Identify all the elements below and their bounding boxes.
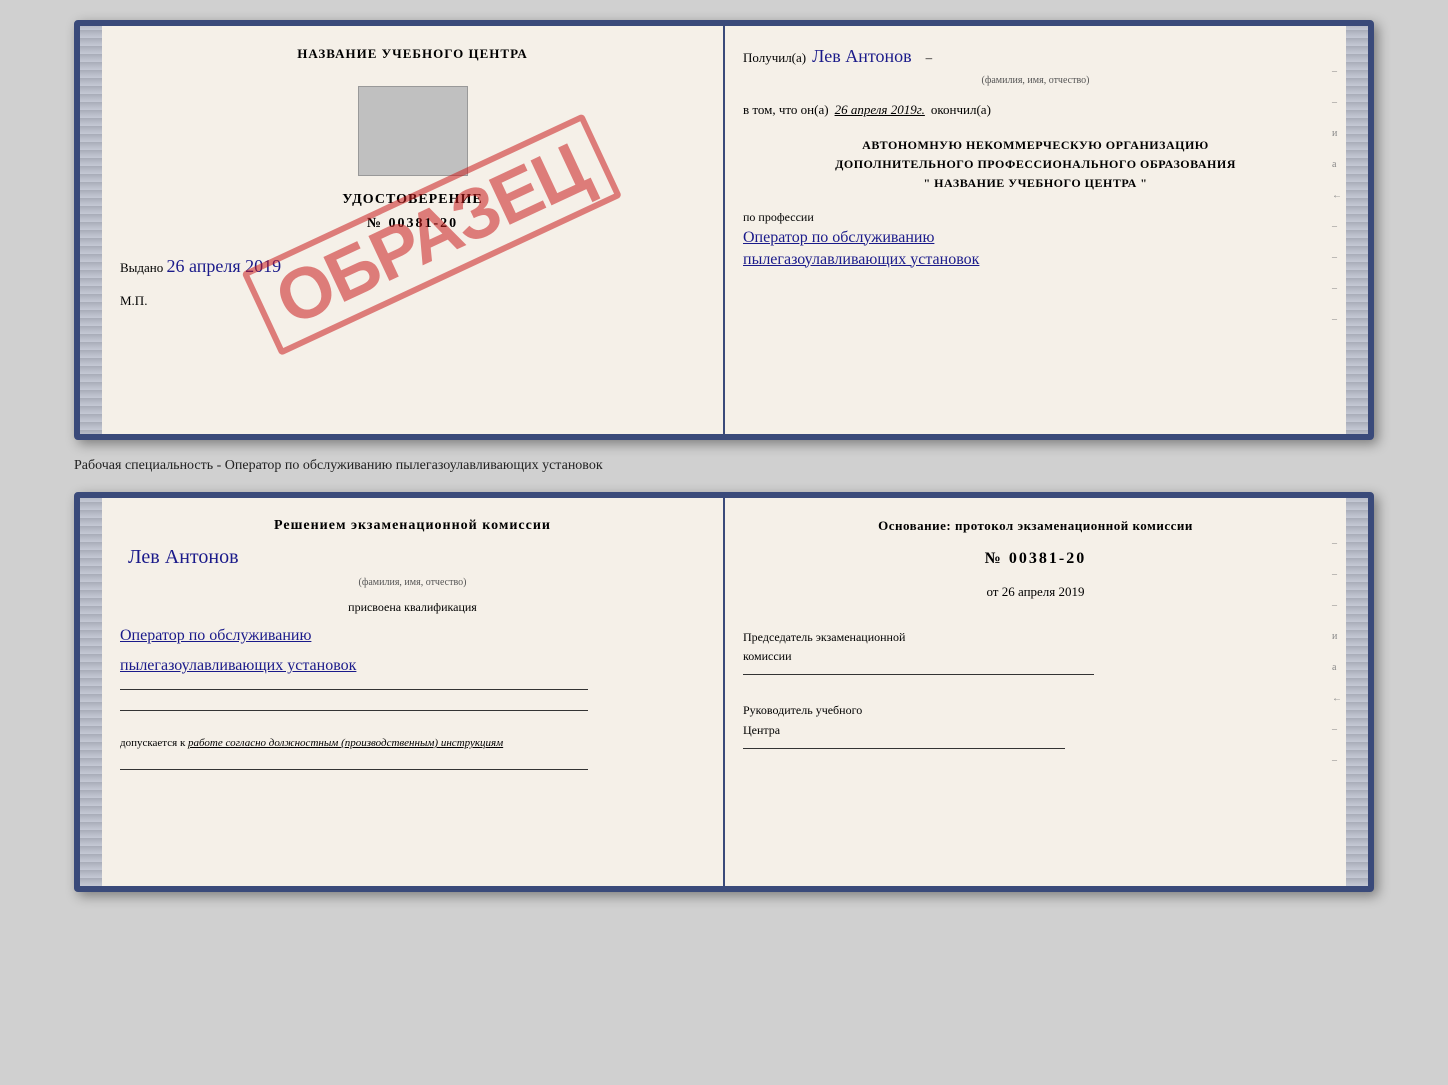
protocol-number: № 00381-20 (743, 550, 1328, 568)
poluchil-name: Лев Антонов (812, 46, 911, 67)
dopuskaetsya-text: работе согласно должностным (производств… (188, 737, 503, 749)
spine-right-1 (1346, 26, 1368, 434)
vtom-date: 26 апреля 2019г. (835, 102, 925, 118)
dopuskaetsya-block: допускается к работе согласно должностны… (120, 737, 705, 749)
professiya-line1: Оператор по обслуживанию (743, 229, 1328, 247)
certificate-book-2: Решением экзаменационной комиссии Лев Ан… (74, 492, 1374, 892)
org-line3: " НАЗВАНИЕ УЧЕБНОГО ЦЕНТРА " (743, 174, 1328, 193)
blank-line-2 (120, 710, 588, 711)
cert1-right-panel: Получил(а) Лев Антонов – (фамилия, имя, … (725, 26, 1346, 434)
vydano-label: Выдано (120, 260, 163, 275)
dash-1: – (926, 50, 933, 66)
cert2-kvalif-2: пылегазоулавливающих установок (120, 657, 705, 675)
predsedatel-line1: Председатель экзаменационной (743, 628, 1328, 647)
ot-date: 26 апреля 2019 (1002, 584, 1085, 599)
prisvoena-label: присвоена квалификация (120, 600, 705, 615)
udostoverenie-label: УДОСТОВЕРЕНИЕ (120, 192, 705, 208)
cert2-right-panel: Основание: протокол экзаменационной коми… (725, 498, 1346, 886)
org-block: АВТОНОМНУЮ НЕКОММЕРЧЕСКУЮ ОРГАНИЗАЦИЮ ДО… (743, 136, 1328, 194)
certificate-book-1: НАЗВАНИЕ УЧЕБНОГО ЦЕНТРА УДОСТОВЕРЕНИЕ №… (74, 20, 1374, 440)
org-line2: ДОПОЛНИТЕЛЬНОГО ПРОФЕССИОНАЛЬНОГО ОБРАЗО… (743, 155, 1328, 174)
spine-left-1 (80, 26, 102, 434)
photo-placeholder (358, 86, 468, 176)
fio-hint-1: (фамилия, имя, отчество) (743, 75, 1328, 86)
professiya-block: по профессии Оператор по обслуживанию пы… (743, 210, 1328, 269)
cert1-left-panel: НАЗВАНИЕ УЧЕБНОГО ЦЕНТРА УДОСТОВЕРЕНИЕ №… (102, 26, 723, 434)
middle-caption: Рабочая специальность - Оператор по обсл… (74, 452, 1374, 480)
poluchil-row: Получил(а) Лев Антонов – (743, 46, 1328, 67)
mp-line: М.П. (120, 293, 705, 309)
vtom-row: в том, что он(а) 26 апреля 2019г. окончи… (743, 102, 1328, 118)
cert2-name: Лев Антонов (128, 546, 705, 569)
predsedatel-block: Председатель экзаменационной комиссии (743, 628, 1328, 681)
professiya-line2: пылегазоулавливающих установок (743, 251, 1328, 269)
blank-line-1 (120, 689, 588, 690)
ot-line: от 26 апреля 2019 (743, 584, 1328, 600)
resheniye-title: Решением экзаменационной комиссии (120, 518, 705, 534)
ot-label: от (986, 584, 998, 599)
blank-line-3 (120, 769, 588, 770)
rukovoditel-line2: Центра (743, 721, 1328, 740)
spine-left-2 (80, 498, 102, 886)
rukovoditel-block: Руководитель учебного Центра (743, 701, 1328, 754)
cert2-left-panel: Решением экзаменационной комиссии Лев Ан… (102, 498, 723, 886)
org-line1: АВТОНОМНУЮ НЕКОММЕРЧЕСКУЮ ОРГАНИЗАЦИЮ (743, 136, 1328, 155)
right-side-ticks: – – и а ← – – – – (1332, 66, 1342, 325)
vydano-line: Выдано 26 апреля 2019 (120, 256, 705, 277)
rukovoditel-sig-line (743, 748, 1065, 749)
dopuskaetsya-label: допускается к (120, 737, 185, 749)
cert1-number: № 00381-20 (120, 216, 705, 232)
okonchil-label: окончил(а) (931, 102, 991, 118)
rukovoditel-line1: Руководитель учебного (743, 701, 1328, 720)
fio-hint-2: (фамилия, имя, отчество) (120, 577, 705, 588)
professiya-label: по профессии (743, 210, 814, 224)
predsedatel-sig-line (743, 674, 1094, 675)
spine-right-2 (1346, 498, 1368, 886)
cert1-title: НАЗВАНИЕ УЧЕБНОГО ЦЕНТРА (120, 46, 705, 62)
predsedatel-line2: комиссии (743, 647, 1328, 666)
osnovaniye-title: Основание: протокол экзаменационной коми… (743, 518, 1328, 534)
vtom-label: в том, что он(а) (743, 102, 829, 118)
vydano-date: 26 апреля 2019 (167, 256, 282, 276)
cert2-kvalif-1: Оператор по обслуживанию (120, 627, 705, 645)
poluchil-label: Получил(а) (743, 50, 806, 66)
right-side-ticks-2: – – – и а ← – – (1332, 538, 1342, 766)
